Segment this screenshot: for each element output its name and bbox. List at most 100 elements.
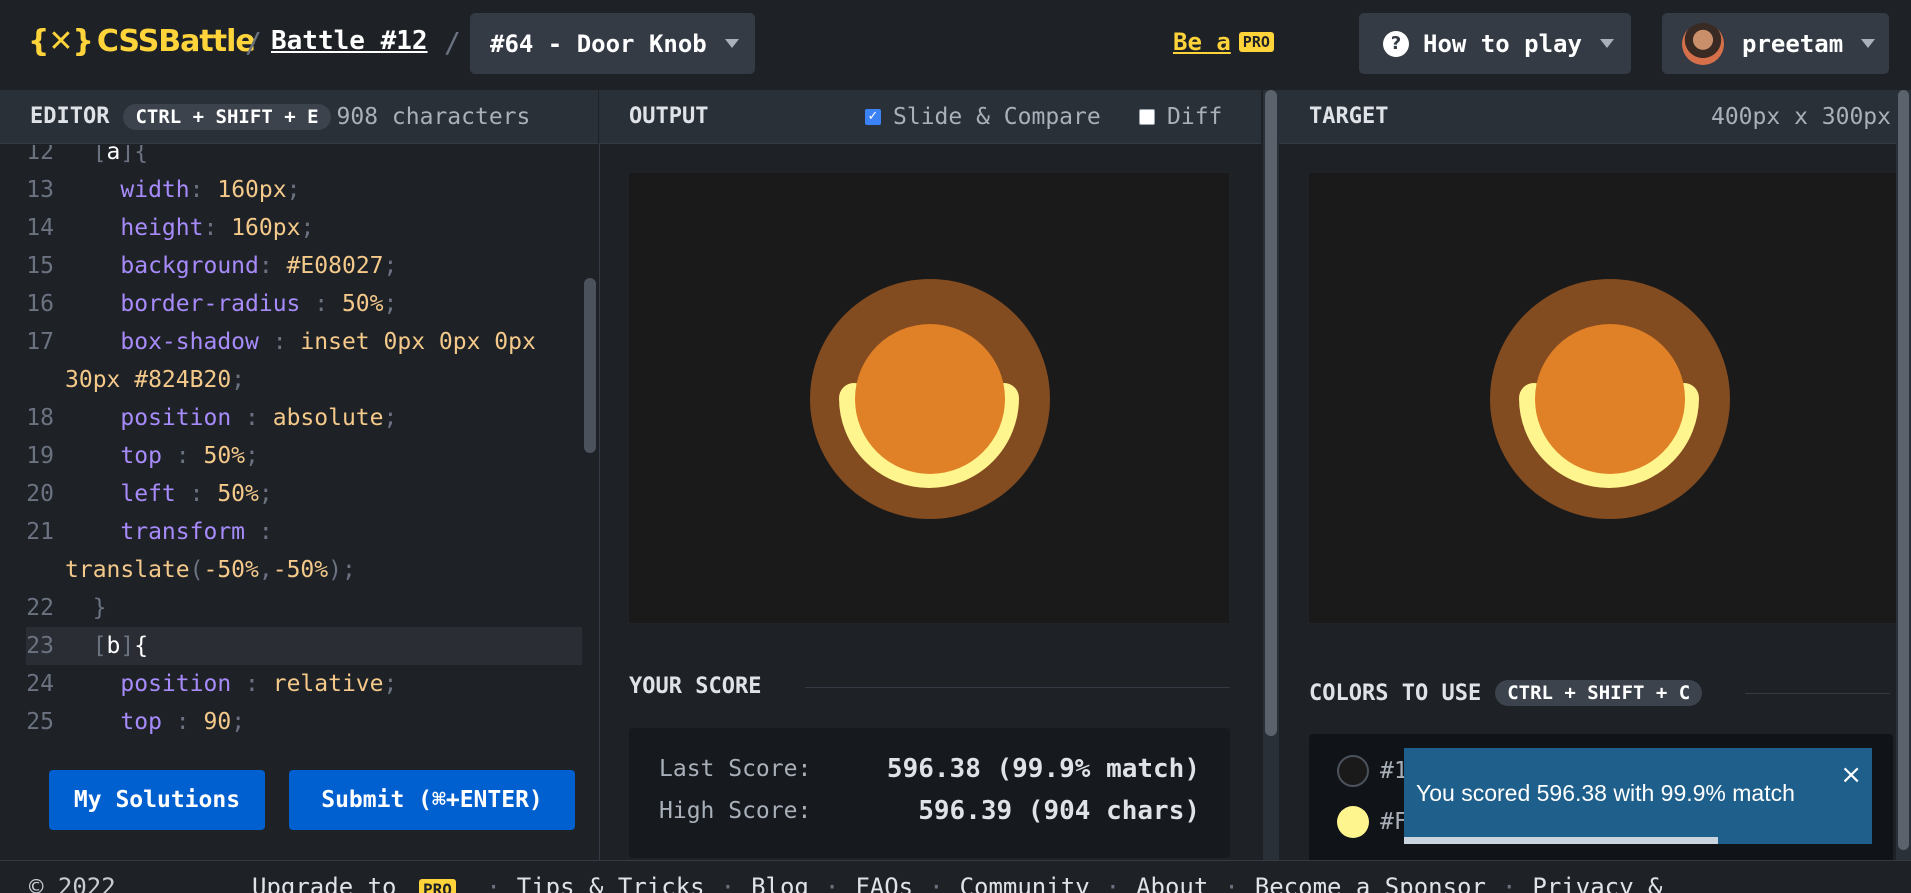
code-line[interactable]: 15 background: #E08027; [0,247,582,285]
code-text: border-radius : 50%; [65,285,397,323]
code-token: position [120,671,232,697]
knob-inner-circle [855,324,1005,474]
breadcrumb-separator: / [245,26,262,59]
code-token: : [300,291,342,317]
code-token: width [120,177,190,203]
question-circle-icon: ? [1383,30,1409,57]
code-line[interactable]: translate(-50%,-50%); [0,551,582,589]
footer-link[interactable]: Blog [751,873,809,893]
diff-checkbox[interactable]: Diff [1139,104,1222,130]
code-token: transform [120,519,246,545]
code-line[interactable]: 12 [a]{ [0,145,582,171]
code-line[interactable]: 14 height: 160px; [0,209,582,247]
footer-link[interactable]: Become a Sponsor [1255,873,1486,893]
slide-compare-label: Slide & Compare [893,103,1101,130]
target-header: TARGET 400px x 300px [1279,90,1911,144]
page-scrollbar[interactable] [1896,90,1911,860]
challenge-name: #64 - Door Knob [490,29,707,58]
be-a-label: Be a [1173,28,1231,56]
how-to-play-dropdown[interactable]: ? How to play [1359,13,1631,74]
target-canvas[interactable] [1309,173,1896,623]
code-token: : [231,671,273,697]
line-number: 18 [26,405,54,431]
divider [1745,693,1890,694]
scrollbar-thumb[interactable] [1898,90,1909,850]
slide-compare-checkbox[interactable]: ✓ Slide & Compare [865,104,1101,130]
challenge-dropdown[interactable]: #64 - Door Knob [470,13,755,74]
code-token: background [120,253,259,279]
code-line[interactable]: 17 box-shadow : inset 0px 0px 0px [0,323,582,361]
pro-badge: PRO [1238,32,1274,52]
color-swatch[interactable] [1337,755,1369,787]
code-token: [ [65,145,107,165]
code-token: top [120,443,162,469]
footer-links: Upgrade to PRO · Tips & Tricks · Blog · FAQs ·… [252,873,1662,893]
footer-link[interactable]: Privacy & [1532,873,1662,893]
battle-link[interactable]: Battle #12 [271,26,428,56]
submit-button[interactable]: Submit (⌘+ENTER) [289,770,575,830]
code-token: ; [245,443,259,469]
footer-link[interactable]: Tips & Tricks [517,873,705,893]
code-token: top [120,709,162,735]
code-token: translate [65,557,190,583]
footer-link[interactable]: About [1136,873,1208,893]
footer-link[interactable]: Community [960,873,1090,893]
line-number: 19 [26,443,54,469]
code-token: ] [120,633,135,659]
code-line[interactable]: 18 position : absolute; [0,399,582,437]
character-count: 908 characters [336,103,531,130]
code-token: 90 [203,709,232,735]
divider [805,687,1230,688]
code-token: position [120,405,232,431]
footer-separator: · [720,873,736,893]
code-token: : [258,329,301,355]
code-line[interactable]: 25 top : 90; [0,703,582,741]
output-canvas[interactable] [629,173,1229,623]
code-line[interactable]: 23 [b]{ [26,627,582,665]
my-solutions-button[interactable]: My Solutions [49,770,265,830]
output-scrollbar[interactable] [1263,90,1279,860]
code-line[interactable]: 16 border-radius : 50%; [0,285,582,323]
code-line[interactable]: 20 left : 50%; [0,475,582,513]
user-name: preetam [1742,29,1844,58]
code-token: : [189,177,218,203]
code-token: border-radius [120,291,301,317]
footer-link-upgrade[interactable]: Upgrade to PRO [252,873,456,893]
checkbox-unchecked-icon [1139,108,1155,125]
code-token: 160px [217,177,287,203]
cssbattle-logo[interactable]: {✕} CSSBattle [28,24,256,59]
be-a-pro-link[interactable]: Be a PRO [1173,28,1274,56]
editor-scrollbar[interactable] [584,278,596,453]
code-token: : [175,481,218,507]
output-title: OUTPUT [629,104,709,129]
user-menu-dropdown[interactable]: preetam [1662,13,1889,74]
code-text: 30px #824B20; [65,361,245,399]
code-token: -50% [272,557,329,583]
output-header: OUTPUT ✓ Slide & Compare Diff [599,90,1261,144]
code-token: } [65,595,107,621]
footer-separator: · [1105,873,1121,893]
code-line[interactable]: 21 transform : [0,513,582,551]
code-line[interactable]: 30px #824B20; [0,361,582,399]
code-line[interactable]: 22 } [0,589,582,627]
scrollbar-thumb[interactable] [1265,90,1277,736]
close-icon[interactable]: × [1840,760,1862,790]
code-token: , [258,557,273,583]
color-swatch[interactable] [1337,806,1369,838]
code-line[interactable]: 19 top : 50%; [0,437,582,475]
code-token: ; [231,709,246,735]
code-editor[interactable]: 12 [a]{13 width: 160px; 14 height: 160px;… [0,145,598,745]
line-number: 17 [26,329,54,355]
footer: © 2022 Upgrade to PRO · Tips & Tricks · Blo… [0,860,1911,893]
code-line[interactable]: 13 width: 160px; [0,171,582,209]
code-text: top : 50%; [65,437,259,475]
code-line[interactable]: 24 position : relative; [0,665,582,703]
code-token: height [120,215,204,241]
code-token: 160px [231,215,301,241]
code-token: ( [189,557,204,583]
footer-link[interactable]: FAQs [855,873,913,893]
